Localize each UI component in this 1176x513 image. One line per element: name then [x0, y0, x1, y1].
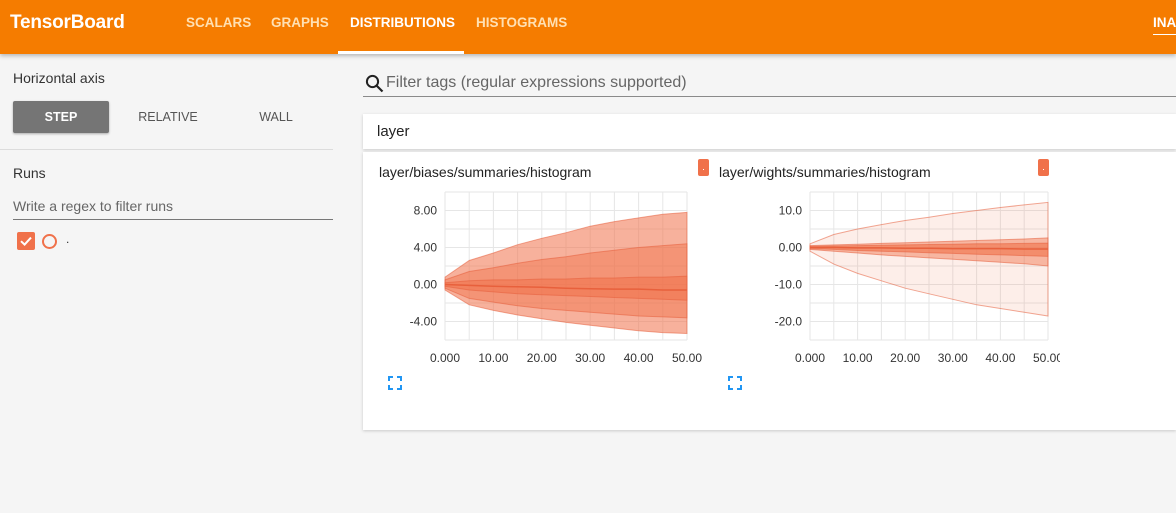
x-tick-label: 10.00	[843, 351, 873, 365]
x-tick-label: 50.00	[1033, 351, 1060, 365]
axis-step-button[interactable]: STEP	[13, 101, 109, 133]
horizontal-axis-title: Horizontal axis	[13, 70, 105, 86]
x-tick-label: 20.00	[527, 351, 557, 365]
card-menu-button-biases[interactable]	[698, 159, 709, 176]
axis-relative-button[interactable]: RELATIVE	[120, 101, 216, 133]
card-menu-button-weights[interactable]	[1038, 159, 1049, 176]
run-checkbox[interactable]	[17, 232, 35, 250]
expand-icon[interactable]	[388, 376, 402, 390]
dropdown-underline	[1153, 34, 1176, 35]
active-tab-indicator	[338, 51, 464, 54]
inactive-dropdown[interactable]: INA	[1153, 15, 1176, 30]
tag-filter-underline	[363, 96, 1176, 97]
run-name: .	[66, 232, 70, 246]
y-tick-label: 4.00	[414, 241, 438, 255]
y-tick-label: -20.0	[775, 315, 803, 329]
x-tick-label: 30.00	[575, 351, 605, 365]
runs-filter-input[interactable]	[13, 192, 333, 220]
y-tick-label: 10.0	[779, 204, 803, 218]
axis-wall-button[interactable]: WALL	[228, 101, 324, 133]
tab-scalars[interactable]: SCALARS	[186, 15, 251, 30]
x-tick-label: 10.00	[478, 351, 508, 365]
distribution-chart-biases: 8.00 4.00 0.00 -4.00 0.000 10.00 20.00 30.00 40.…	[410, 191, 702, 365]
card-title-biases: layer/biases/summaries/histogram	[379, 164, 592, 180]
y-tick-label: 0.00	[779, 241, 803, 255]
tag-group-name: layer	[377, 123, 410, 140]
tag-group-header[interactable]: layer	[363, 114, 1176, 149]
x-tick-label: 0.000	[430, 351, 460, 365]
x-tick-label: 20.00	[890, 351, 920, 365]
sidebar-divider	[0, 149, 333, 150]
x-tick-label: 0.000	[795, 351, 825, 365]
expand-icon[interactable]	[728, 376, 742, 390]
distribution-chart-weights: 10.0 0.00 -10.0 -20.0 0.000 10.00 20.00 30.00 40…	[775, 191, 1060, 365]
run-color-picker[interactable]	[42, 234, 57, 249]
runs-title: Runs	[13, 165, 46, 181]
app-toolbar: TensorBoard SCALARS GRAPHS DISTRIBUTIONS…	[0, 0, 1176, 54]
x-tick-label: 30.00	[938, 351, 968, 365]
tab-distributions[interactable]: DISTRIBUTIONS	[350, 15, 455, 30]
y-tick-label: -10.0	[775, 278, 803, 292]
tag-filter-input[interactable]	[386, 70, 1176, 96]
y-tick-label: -4.00	[410, 315, 438, 329]
search-icon	[365, 74, 384, 93]
x-tick-label: 50.00	[672, 351, 702, 365]
x-tick-label: 40.00	[624, 351, 654, 365]
card-title-weights: layer/wights/summaries/histogram	[719, 164, 931, 180]
sidebar: Horizontal axis STEP RELATIVE WALL Runs …	[0, 54, 342, 513]
app-title: TensorBoard	[10, 12, 125, 33]
tab-graphs[interactable]: GRAPHS	[271, 15, 329, 30]
y-tick-label: 8.00	[414, 204, 438, 218]
y-tick-label: 0.00	[414, 278, 438, 292]
tab-histograms[interactable]: HISTOGRAMS	[476, 15, 567, 30]
x-tick-label: 40.00	[985, 351, 1015, 365]
checkmark-icon	[20, 236, 32, 247]
